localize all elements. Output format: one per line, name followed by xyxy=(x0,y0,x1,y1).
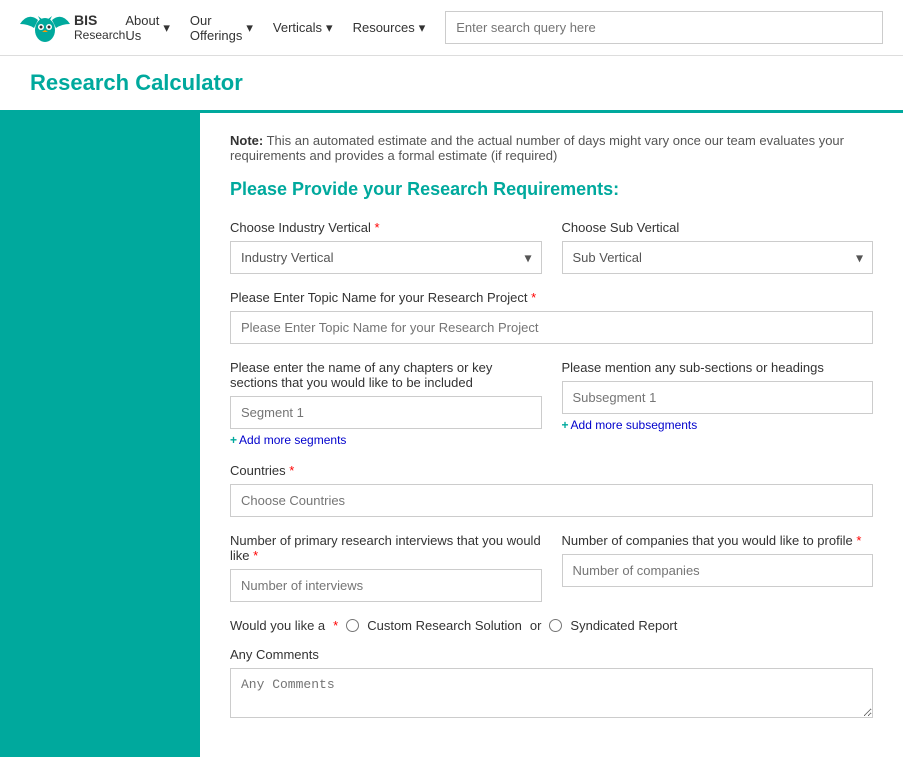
interviews-group: Number of primary research interviews th… xyxy=(230,533,542,602)
comments-label: Any Comments xyxy=(230,647,873,662)
chevron-down-icon: ▾ xyxy=(326,20,333,36)
segment-input[interactable] xyxy=(230,396,542,429)
page-title-bar: Research Calculator xyxy=(0,56,903,113)
radio-custom[interactable] xyxy=(346,619,359,632)
nav-about-us[interactable]: About Us ▾ xyxy=(125,13,170,43)
logo-research: Research xyxy=(74,29,125,42)
note-label: Note: xyxy=(230,133,263,148)
industry-vertical-wrapper: Industry Vertical xyxy=(230,241,542,274)
search-input[interactable] xyxy=(445,11,883,44)
radio-row: Would you like a * Custom Research Solut… xyxy=(230,618,873,633)
companies-label: Number of companies that you would like … xyxy=(562,533,874,548)
industry-vertical-group: Choose Industry Vertical * Industry Vert… xyxy=(230,220,542,274)
subsections-group: Please mention any sub-sections or headi… xyxy=(562,360,874,447)
subsections-label: Please mention any sub-sections or headi… xyxy=(562,360,874,375)
companies-input[interactable] xyxy=(562,554,874,587)
form-area: Note: This an automated estimate and the… xyxy=(200,113,903,757)
sub-vertical-select[interactable]: Sub Vertical xyxy=(562,241,874,274)
sub-vertical-label: Choose Sub Vertical xyxy=(562,220,874,235)
nav-resources[interactable]: Resources ▾ xyxy=(353,20,426,36)
interviews-input[interactable] xyxy=(230,569,542,602)
comments-group: Any Comments xyxy=(230,647,873,721)
countries-row: Countries * xyxy=(230,463,873,517)
chapters-group: Please enter the name of any chapters or… xyxy=(230,360,542,447)
countries-group: Countries * xyxy=(230,463,873,517)
vertical-row: Choose Industry Vertical * Industry Vert… xyxy=(230,220,873,274)
companies-group: Number of companies that you would like … xyxy=(562,533,874,602)
logo: BIS Research xyxy=(20,10,125,46)
chevron-down-icon: ▾ xyxy=(163,20,170,36)
interviews-label: Number of primary research interviews th… xyxy=(230,533,542,563)
chevron-down-icon: ▾ xyxy=(246,20,253,36)
subsegment-input[interactable] xyxy=(562,381,874,414)
radio-prefix: Would you like a xyxy=(230,618,325,633)
comments-row: Any Comments xyxy=(230,647,873,721)
topic-label: Please Enter Topic Name for your Researc… xyxy=(230,290,873,305)
radio-syndicated[interactable] xyxy=(549,619,562,632)
logo-icon xyxy=(20,10,70,46)
sub-vertical-wrapper: Sub Vertical xyxy=(562,241,874,274)
nav-verticals[interactable]: Verticals ▾ xyxy=(273,20,333,36)
header: BIS Research About Us ▾ Our Offerings ▾ … xyxy=(0,0,903,56)
radio-syndicated-label: Syndicated Report xyxy=(570,618,677,633)
form-heading: Please Provide your Research Requirement… xyxy=(230,179,873,200)
add-subsegments-link[interactable]: Add more subsegments xyxy=(562,418,698,432)
radio-custom-label: Custom Research Solution xyxy=(367,618,522,633)
add-segments-link[interactable]: Add more segments xyxy=(230,433,346,447)
note-text: This an automated estimate and the actua… xyxy=(230,133,844,163)
main-nav: About Us ▾ Our Offerings ▾ Verticals ▾ R… xyxy=(125,13,425,43)
topic-input[interactable] xyxy=(230,311,873,344)
chevron-down-icon: ▾ xyxy=(419,20,426,36)
chapters-label: Please enter the name of any chapters or… xyxy=(230,360,542,390)
radio-or: or xyxy=(530,618,542,633)
countries-input[interactable] xyxy=(230,484,873,517)
industry-vertical-label: Choose Industry Vertical * xyxy=(230,220,542,235)
topic-group: Please Enter Topic Name for your Researc… xyxy=(230,290,873,344)
industry-vertical-select[interactable]: Industry Vertical xyxy=(230,241,542,274)
sub-vertical-group: Choose Sub Vertical Sub Vertical xyxy=(562,220,874,274)
countries-label: Countries * xyxy=(230,463,873,478)
left-sidebar xyxy=(0,113,200,757)
logo-bis: BIS xyxy=(74,13,125,28)
interviews-companies-row: Number of primary research interviews th… xyxy=(230,533,873,602)
page-title: Research Calculator xyxy=(30,70,873,96)
topic-row: Please Enter Topic Name for your Researc… xyxy=(230,290,873,344)
nav-our-offerings[interactable]: Our Offerings ▾ xyxy=(190,13,253,43)
required-marker: * xyxy=(375,220,380,235)
comments-textarea[interactable] xyxy=(230,668,873,718)
note-box: Note: This an automated estimate and the… xyxy=(230,133,873,163)
main-content: Note: This an automated estimate and the… xyxy=(0,113,903,757)
logo-text: BIS Research xyxy=(74,13,125,42)
segments-row: Please enter the name of any chapters or… xyxy=(230,360,873,447)
